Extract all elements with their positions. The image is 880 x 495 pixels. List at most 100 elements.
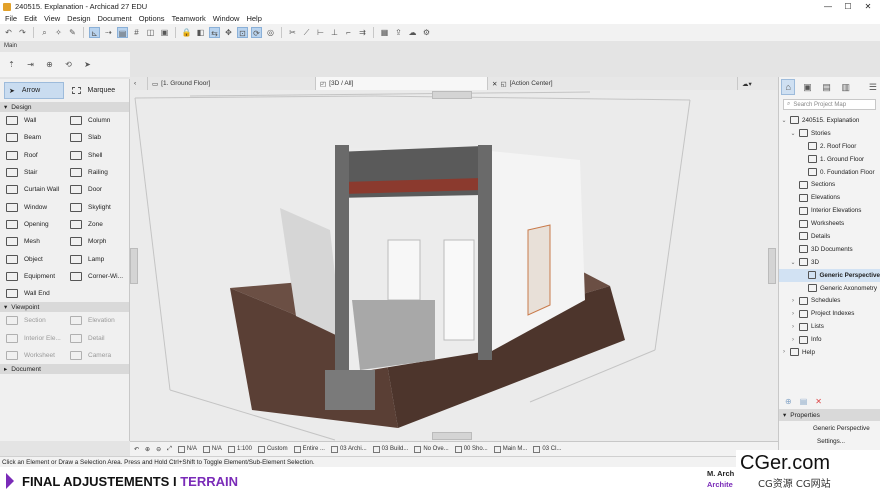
split-icon[interactable]: ⟋ (301, 27, 312, 38)
tree-toggle-icon[interactable]: › (781, 349, 787, 355)
tab-3d-all[interactable]: ◰ [3D / All] (316, 77, 488, 90)
lock-icon[interactable]: 🔒 (181, 27, 192, 38)
opening-tool[interactable]: Opening (0, 216, 64, 233)
window-tool[interactable]: Window (0, 198, 64, 215)
viewport-handle-left[interactable] (130, 248, 138, 284)
curtain-wall-tool[interactable]: Curtain Wall (0, 181, 64, 198)
tree-toggle-icon[interactable]: ⌄ (790, 259, 796, 266)
detail-tool[interactable]: Detail (64, 330, 128, 347)
find-select-icon[interactable]: ⌕ (39, 27, 50, 38)
structural-display-field[interactable]: Main M... (493, 445, 527, 453)
worksheet-tool[interactable]: Worksheet (0, 347, 64, 364)
fillet-icon[interactable]: ⌐ (343, 27, 354, 38)
3d-model-view[interactable] (130, 90, 778, 441)
project-map-item[interactable]: › Lists (779, 320, 880, 333)
tab-options-button[interactable]: ☁▾ (738, 77, 778, 90)
guide-lines-icon[interactable]: ⇢ (103, 27, 114, 38)
angle-field[interactable]: N/A (202, 445, 222, 453)
intersect-icon[interactable]: ⊥ (329, 27, 340, 38)
cube-icon[interactable]: ▣ (159, 27, 170, 38)
project-map-item[interactable]: › Help (779, 346, 880, 359)
project-map-item[interactable]: Sections (779, 178, 880, 191)
orbit-icon[interactable]: ⟳ (251, 27, 262, 38)
publish-icon[interactable]: ⇪ (393, 27, 404, 38)
magic-wand-icon[interactable]: ✧ (53, 27, 64, 38)
snap-guides-icon[interactable]: ⊾ (89, 27, 100, 38)
section-tool[interactable]: Section (0, 312, 64, 329)
design-section-header[interactable]: ▾ Design (0, 102, 129, 112)
trim-icon[interactable]: ✂ (287, 27, 298, 38)
close-window-button[interactable]: ✕ (858, 0, 878, 13)
slab-tool[interactable]: Slab (64, 129, 128, 146)
minimize-button[interactable]: — (818, 0, 838, 13)
menu-view[interactable]: View (44, 14, 60, 23)
tree-toggle-icon[interactable]: ⌄ (790, 130, 796, 137)
project-map-item[interactable]: › Info (779, 333, 880, 346)
project-map-item[interactable]: ⌄ 240515. Explanation (779, 114, 880, 127)
camera-tool[interactable]: Camera (64, 347, 128, 364)
tab-action-center[interactable]: ✕ ◱ [Action Center] (488, 77, 738, 90)
zone-tool[interactable]: Zone (64, 216, 128, 233)
offset-icon[interactable]: ⇉ (357, 27, 368, 38)
settings-button[interactable]: Settings... (779, 435, 880, 447)
layer-icon[interactable]: ◫ (145, 27, 156, 38)
model-view-option-field[interactable]: 03 Build... (372, 445, 408, 453)
pointer-icon[interactable]: ➤ (82, 59, 93, 70)
fit-in-window-icon[interactable]: ⤢ (167, 446, 172, 453)
interior-elevation-tool[interactable]: Interior Ele... (0, 330, 64, 347)
lamp-tool[interactable]: Lamp (64, 250, 128, 267)
pet-palette-icon[interactable]: ⊡ (237, 27, 248, 38)
project-map-item[interactable]: Elevations (779, 191, 880, 204)
menu-document[interactable]: Document (98, 14, 132, 23)
suspend-groups-icon[interactable]: ⇆ (209, 27, 220, 38)
viewport-handle-bottom[interactable] (432, 432, 472, 440)
wall-tool[interactable]: Wall (0, 112, 64, 129)
project-map-item[interactable]: Worksheets (779, 217, 880, 230)
project-map-item[interactable]: › Schedules (779, 294, 880, 307)
viewport-handle-top[interactable] (432, 91, 472, 99)
tree-toggle-icon[interactable]: › (790, 337, 796, 343)
undo-zoom-icon[interactable]: ↶ (134, 446, 139, 453)
pen-set-field[interactable]: 03 Archi... (330, 445, 367, 453)
beam-tool[interactable]: Beam (0, 129, 64, 146)
group-icon[interactable]: ◧ (195, 27, 206, 38)
menu-design[interactable]: Design (67, 14, 90, 23)
close-tab-icon[interactable]: ✕ (492, 80, 497, 88)
morph-tool[interactable]: Morph (64, 233, 128, 250)
project-map-item[interactable]: Generic Perspective (779, 268, 880, 282)
object-tool[interactable]: Object (0, 250, 64, 267)
menu-help[interactable]: Help (246, 14, 261, 23)
filter-icon[interactable]: ◎ (265, 27, 276, 38)
menu-window[interactable]: Window (213, 14, 240, 23)
publisher-tab[interactable]: ▥ (839, 79, 853, 95)
tree-toggle-icon[interactable]: › (790, 311, 796, 317)
marquee-tool[interactable]: Marquee (68, 82, 126, 99)
viewpoint-section-header[interactable]: ▾ Viewpoint (0, 302, 129, 313)
tree-toggle-icon[interactable]: ⌄ (781, 117, 787, 124)
view-map-tab[interactable]: ▣ (800, 79, 814, 95)
model-view-field[interactable]: Entire ... (293, 445, 325, 453)
story-up-icon[interactable]: ⇡ (6, 59, 17, 70)
clone-folder-icon[interactable]: ▤ (800, 397, 808, 406)
tab-menu-button[interactable]: ‹ (130, 77, 148, 90)
railing-tool[interactable]: Railing (64, 164, 128, 181)
add-view-icon[interactable]: ⊕ (785, 397, 792, 406)
cloud-icon[interactable]: ☁ (407, 27, 418, 38)
project-map-item[interactable]: Interior Elevations (779, 204, 880, 217)
3d-viewport[interactable] (130, 90, 778, 441)
zoom-out-icon[interactable]: ⊖ (156, 446, 161, 453)
shell-tool[interactable]: Shell (64, 147, 128, 164)
grid-snap-icon[interactable]: # (131, 27, 142, 38)
mesh-tool[interactable]: Mesh (0, 233, 64, 250)
wall-end-tool[interactable]: Wall End (0, 285, 64, 302)
arrow-tool[interactable]: ➤ Arrow (4, 82, 64, 99)
renovation-filter-field[interactable]: 00 Sho... (454, 445, 488, 453)
project-map-item[interactable]: 1. Ground Floor (779, 153, 880, 166)
door-tool[interactable]: Door (64, 181, 128, 198)
layout-book-icon[interactable]: ▦ (379, 27, 390, 38)
project-map-item[interactable]: ⌄ Stories (779, 127, 880, 140)
zoom-field[interactable]: N/A (177, 445, 197, 453)
drag-icon[interactable]: ✥ (223, 27, 234, 38)
corner-window-tool[interactable]: Corner-Wi... (64, 268, 128, 285)
zoom-icon[interactable]: ⊕ (44, 59, 55, 70)
